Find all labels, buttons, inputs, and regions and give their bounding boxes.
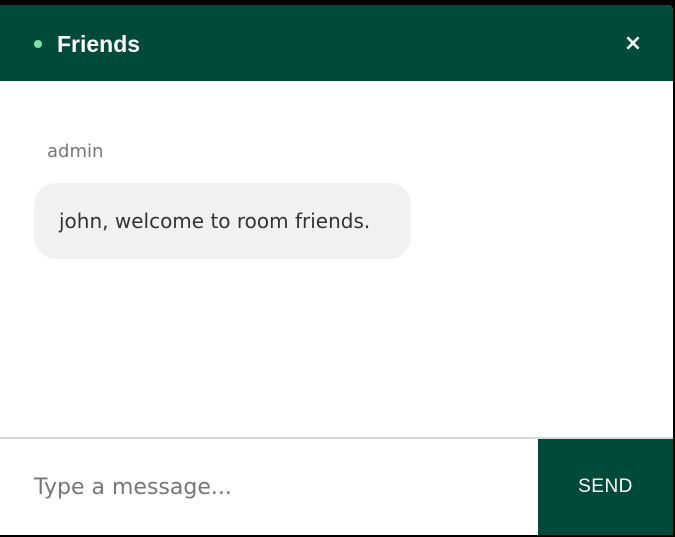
close-button[interactable]: × bbox=[619, 30, 647, 58]
send-button[interactable]: SEND bbox=[538, 439, 673, 535]
chat-header: Friends × bbox=[0, 5, 673, 81]
room-title: Friends bbox=[57, 31, 141, 57]
message-input[interactable] bbox=[0, 439, 538, 535]
message-bubble: john, welcome to room friends. bbox=[34, 183, 411, 259]
online-status-icon bbox=[34, 40, 42, 48]
message-sender: admin bbox=[47, 141, 104, 162]
message-composer: SEND bbox=[0, 437, 673, 535]
message-list[interactable]: admin john, welcome to room friends. bbox=[0, 81, 673, 437]
chat-window: Friends × admin john, welcome to room fr… bbox=[0, 5, 673, 535]
